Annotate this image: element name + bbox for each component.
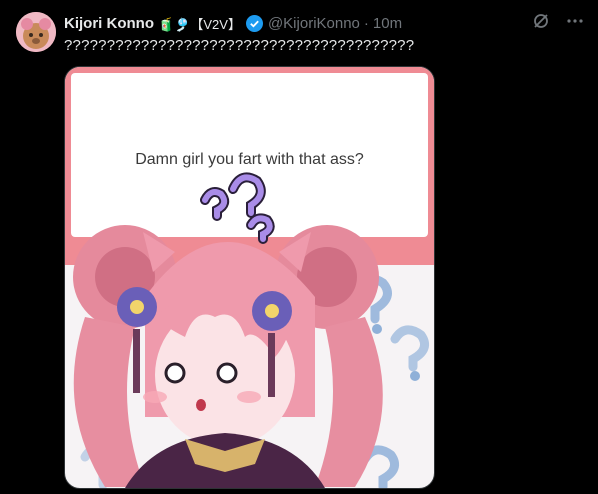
verified-badge-icon: [245, 14, 263, 32]
avatar-image: [16, 12, 56, 52]
vtuber-illustration: [73, 172, 430, 488]
post-actions: [532, 12, 584, 35]
author-avatar[interactable]: [16, 12, 56, 52]
meta-separator: ·: [363, 14, 369, 32]
post-text: ????????????????????????????????????????…: [64, 37, 415, 54]
more-icon[interactable]: [566, 12, 584, 35]
grok-icon[interactable]: [532, 12, 550, 35]
author-handle[interactable]: @KijoriKonno: [268, 15, 360, 32]
author-display-name[interactable]: Kijori Konno: [64, 15, 154, 32]
post-timestamp[interactable]: 10m: [373, 15, 402, 32]
author-name-emojis: 🧃🎐【V2V】: [158, 16, 241, 32]
post-header: Kijori Konno 🧃🎐【V2V】 @KijoriKonno · 10m: [64, 12, 588, 34]
post-media-image[interactable]: Damn girl you fart with that ass?: [64, 66, 435, 489]
